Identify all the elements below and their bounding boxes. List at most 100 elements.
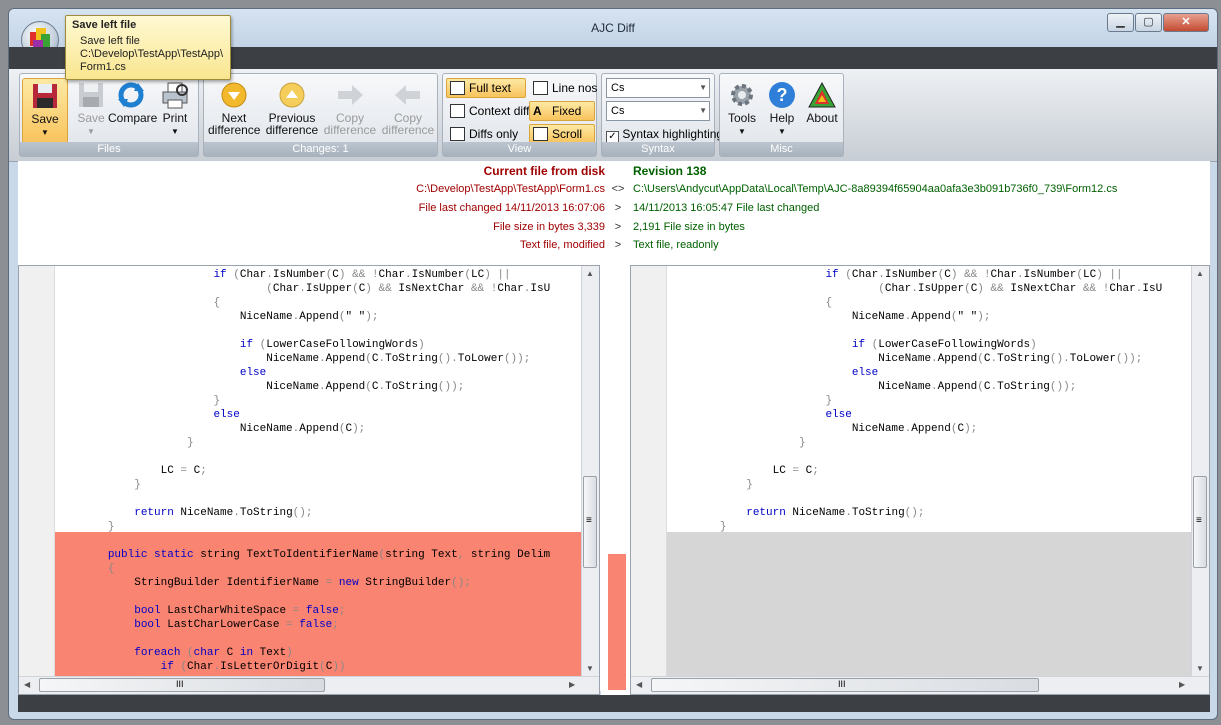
minimize-button[interactable]: ▁ — [1107, 13, 1134, 32]
scroll-button[interactable]: Scroll — [529, 124, 595, 144]
diffs-only-button[interactable]: Diffs only — [446, 124, 526, 144]
misc-group: Tools ▼ ? Help ▼ About Misc — [719, 73, 844, 157]
left-vertical-scrollbar[interactable]: ▲ ≡ ▼ — [581, 266, 599, 694]
left-file-size: File size in bytes 3,339 — [493, 221, 605, 233]
arrow-down-circle-icon — [221, 82, 247, 108]
left-syntax-select[interactable]: Cs ▼ — [606, 78, 710, 98]
previous-difference-button[interactable]: Previous difference — [264, 78, 320, 140]
left-vertical-scroll-thumb[interactable]: ≡ — [583, 476, 597, 568]
scroll-up-arrow-icon[interactable]: ▲ — [586, 269, 594, 278]
scroll-right-arrow-icon[interactable]: ▶ — [569, 680, 575, 689]
arrow-up-circle-icon — [279, 82, 305, 108]
diff-map[interactable] — [601, 265, 631, 695]
right-vertical-scrollbar[interactable]: ▲ ≡ ▼ — [1191, 266, 1209, 694]
print-dropdown-arrow-icon[interactable]: ▼ — [156, 126, 194, 138]
left-file-heading: Current file from disk — [483, 164, 605, 178]
scroll-left-arrow-icon[interactable]: ◀ — [24, 680, 30, 689]
ribbon: Save ▼ Save ▼ Compare Print ▼ Files Next… — [9, 69, 1217, 162]
left-file-changed: File last changed 14/11/2013 16:07:06 — [418, 202, 605, 214]
compare-label: Compare — [108, 111, 158, 125]
tools-label: Tools — [727, 111, 756, 125]
scroll-down-arrow-icon[interactable]: ▼ — [1196, 664, 1204, 673]
tooltip-line-2: C:\Develop\TestApp\TestApp\ — [80, 48, 224, 60]
fixed-button[interactable]: A Fixed — [529, 101, 595, 121]
save-dropdown-arrow-icon[interactable]: ▼ — [23, 127, 67, 139]
right-code-pane[interactable]: if (Char.IsNumber(C) && !Char.IsNumber(L… — [630, 265, 1210, 695]
save-left-label: Save — [31, 112, 59, 126]
tooltip-line-1: Save left file — [80, 35, 140, 47]
tools-dropdown-arrow-icon[interactable]: ▼ — [722, 126, 762, 138]
help-dropdown-arrow-icon[interactable]: ▼ — [763, 126, 801, 138]
gear-icon — [731, 84, 753, 106]
changes-group-label: Changes: 1 — [204, 142, 437, 156]
grip-icon: ≡ — [586, 515, 592, 526]
right-vertical-scroll-thumb[interactable]: ≡ — [1193, 476, 1207, 568]
left-code-text: if (Char.IsNumber(C) && !Char.IsNumber(L… — [107, 269, 551, 673]
print-label: Print — [162, 111, 188, 125]
copy-difference-right-label-2: difference — [323, 123, 377, 137]
grip-icon: III — [176, 679, 184, 689]
line-nos-label: Line nos — [552, 81, 598, 95]
files-group-label: Files — [20, 142, 198, 156]
context-diff-icon — [450, 104, 465, 118]
scroll-left-arrow-icon[interactable]: ◀ — [636, 680, 642, 689]
left-code-pane[interactable]: if (Char.IsNumber(C) && !Char.IsNumber(L… — [18, 265, 600, 695]
fixed-font-icon: A — [533, 104, 542, 118]
scroll-up-arrow-icon[interactable]: ▲ — [1196, 269, 1204, 278]
line-numbers-icon — [533, 81, 548, 95]
full-text-icon — [450, 81, 465, 95]
scroll-label: Scroll — [552, 127, 583, 141]
full-text-button[interactable]: Full text — [446, 78, 526, 98]
maximize-button[interactable]: ▢ — [1135, 13, 1162, 32]
status-bar — [18, 695, 1210, 712]
syntax-group: Cs ▼ Cs ▼ ✓ Syntax highlighting Syntax — [601, 73, 723, 157]
left-horizontal-scroll-thumb[interactable]: III — [39, 678, 325, 692]
right-file-type: Text file, readonly — [633, 239, 719, 251]
diff-map-marker[interactable] — [608, 554, 626, 690]
left-horizontal-scrollbar[interactable]: ◀ III ▶ — [19, 676, 599, 694]
about-button[interactable]: About — [802, 78, 842, 140]
view-group: Full text Context diff Diffs only Line n… — [442, 73, 597, 157]
next-difference-button[interactable]: Next difference — [208, 78, 260, 140]
tooltip-title: Save left file — [72, 19, 137, 31]
scroll-sync-icon — [533, 127, 548, 141]
right-file-heading: Revision 138 — [633, 164, 707, 178]
right-file-path: C:\Users\Andycut\AppData\Local\Temp\AJC-… — [633, 183, 1118, 195]
save-left-button[interactable]: Save ▼ — [22, 78, 68, 144]
about-label: About — [806, 111, 838, 125]
scroll-right-arrow-icon[interactable]: ▶ — [1179, 680, 1185, 689]
tooltip-line-3: Form1.cs — [80, 61, 126, 73]
copy-difference-left-button[interactable]: Copy difference — [380, 78, 436, 140]
right-syntax-value: Cs — [611, 105, 625, 117]
context-diff-button[interactable]: Context diff — [446, 101, 530, 121]
next-difference-label-2: difference — [208, 123, 261, 137]
left-gutter — [19, 266, 55, 694]
context-diff-label: Context diff — [469, 104, 530, 118]
svg-text:?: ? — [777, 85, 788, 105]
misc-group-label: Misc — [720, 142, 843, 156]
compare-button[interactable]: Compare — [108, 78, 158, 140]
files-group: Save ▼ Save ▼ Compare Print ▼ Files — [19, 73, 199, 157]
left-syntax-value: Cs — [611, 82, 625, 94]
help-label: Help — [769, 111, 795, 125]
scroll-down-arrow-icon[interactable]: ▼ — [586, 664, 594, 673]
chevron-down-icon: ▼ — [699, 83, 707, 92]
right-file-changed: 14/11/2013 16:05:47 File last changed — [633, 202, 820, 214]
chevron-down-icon: ▼ — [699, 106, 707, 115]
right-horizontal-scrollbar[interactable]: ◀ III ▶ — [631, 676, 1209, 694]
right-syntax-select[interactable]: Cs ▼ — [606, 101, 710, 121]
copy-difference-right-button[interactable]: Copy difference — [322, 78, 378, 140]
right-horizontal-scroll-thumb[interactable]: III — [651, 678, 1039, 692]
left-file-path: C:\Develop\TestApp\TestApp\Form1.cs — [416, 183, 605, 195]
close-button[interactable]: ✕ — [1163, 13, 1209, 32]
diffs-only-label: Diffs only — [469, 127, 519, 141]
tools-button[interactable]: Tools ▼ — [722, 78, 762, 140]
changes-group: Next difference Previous difference Copy… — [203, 73, 438, 157]
floppy-save-icon — [33, 84, 57, 108]
right-gutter — [631, 266, 667, 694]
print-button[interactable]: Print ▼ — [156, 78, 194, 140]
floppy-save-disabled-icon — [79, 83, 103, 107]
help-button[interactable]: ? Help ▼ — [763, 78, 801, 140]
line-nos-button[interactable]: Line nos — [529, 78, 598, 98]
right-code-text: if (Char.IsNumber(C) && !Char.IsNumber(L… — [719, 269, 1163, 533]
